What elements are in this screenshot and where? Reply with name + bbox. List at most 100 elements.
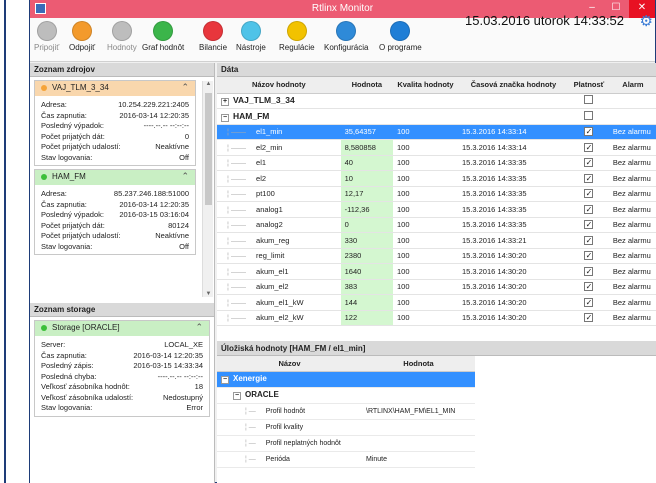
expand-icon[interactable]: + <box>221 98 229 107</box>
group-row[interactable]: + VAJ_TLM_3_34 <box>217 93 656 109</box>
validity-checkbox[interactable]: ✓ <box>584 297 594 307</box>
validity-checkbox[interactable]: ✓ <box>584 266 594 276</box>
value-name: akum_reg <box>256 235 290 245</box>
col-platnos[interactable]: Platnosť <box>569 77 609 94</box>
toolbar-label: Odpojiť <box>69 43 96 52</box>
pripoji-button[interactable]: Pripojiť <box>34 21 59 52</box>
konfigur-cia-icon <box>336 21 357 41</box>
validity-checkbox[interactable]: ✓ <box>584 235 594 245</box>
table-row[interactable]: ¦ —— el1_min 35,64357 100 15.3.2016 14:33:14… <box>217 124 656 140</box>
validity-checkbox[interactable]: ✓ <box>584 127 594 137</box>
quality-cell: 100 <box>393 186 458 202</box>
field-label: Stav logovania: <box>41 152 93 162</box>
konfigur-cia-button[interactable]: Konfigurácia <box>324 21 368 52</box>
storage-value-row[interactable]: ¦ — Profil hodnôt \RTLINX\HAM_FM\EL1_MIN <box>217 403 475 420</box>
collapse-chevron-icon[interactable]: ⌃ <box>181 171 189 182</box>
storage-db-name: ORACLE <box>245 390 279 399</box>
table-row[interactable]: ¦ —— el2 10 100 15.3.2016 14:33:35 ✓ Bez alarm… <box>217 170 656 187</box>
source-card[interactable]: Storage [ORACLE] ⌃ Server: LOCAL_XE Čas zapn… <box>34 320 210 417</box>
scroll-thumb[interactable] <box>205 93 212 205</box>
table-row[interactable]: ¦ —— pt100 12,17 100 15.3.2016 14:33:35 ✓ Bez … <box>217 186 656 202</box>
collapse-icon[interactable]: − <box>221 376 229 384</box>
field-row: Stav logovania: Error <box>35 402 209 413</box>
table-row[interactable]: ¦ —— akum_reg 330 100 15.3.2016 14:33:21 ✓ Bez… <box>217 232 656 249</box>
timestamp-cell: 15.3.2016 14:33:35 <box>457 201 570 218</box>
quality-cell: 100 <box>393 217 458 233</box>
storage-root-row[interactable]: − Xenergie <box>217 371 475 388</box>
validity-checkbox[interactable]: ✓ <box>584 313 594 323</box>
source-card-header[interactable]: HAM_FM ⌃ <box>35 170 195 185</box>
field-label: Posledná chyba: <box>41 371 97 381</box>
table-row[interactable]: ¦ —— akum_el2_kW 122 100 15.3.2016 14:30:20 ✓… <box>217 310 656 326</box>
collapse-chevron-icon[interactable]: ⌃ <box>181 82 189 93</box>
storage-value-row[interactable]: ¦ — Profil kvality <box>217 419 475 436</box>
sources-scrollbar[interactable]: ▲ ▼ <box>202 81 213 297</box>
quality-cell: 100 <box>393 139 458 156</box>
hodnoty-button[interactable]: Hodnoty <box>107 21 137 52</box>
validity-checkbox[interactable]: ✓ <box>584 158 594 168</box>
timestamp-cell: 15.3.2016 14:30:20 <box>457 263 570 280</box>
field-row: Posledný zápis: 2016-03-15 14:33:34 <box>35 360 209 371</box>
value-cell: -112,36 <box>340 201 393 218</box>
table-row[interactable]: ¦ —— akum_el2 383 100 15.3.2016 14:30:20 ✓ Bez… <box>217 279 656 295</box>
storage-db-row[interactable]: − ORACLE <box>217 387 475 404</box>
validity-checkbox[interactable] <box>584 110 594 120</box>
col-kvalita-hodnoty[interactable]: Kvalita hodnoty <box>393 77 458 94</box>
source-card[interactable]: VAJ_TLM_3_34 ⌃ Adresa: 10.254.229.221:2405 Č… <box>34 80 196 166</box>
collapse-chevron-icon[interactable]: ⌃ <box>195 322 203 333</box>
gear-icon[interactable]: ⚙ <box>640 12 653 30</box>
table-row[interactable]: ¦ —— akum_el1_kW 144 100 15.3.2016 14:30:20 ✓… <box>217 294 656 311</box>
validity-checkbox[interactable]: ✓ <box>584 173 594 183</box>
regul-cie-button[interactable]: Regulácie <box>279 21 315 52</box>
table-row[interactable]: ¦ —— reg_limit 2380 100 15.3.2016 14:30:20 ✓ B… <box>217 248 656 264</box>
col-hodnota[interactable]: Hodnota <box>340 77 393 94</box>
validity-checkbox[interactable]: ✓ <box>584 142 594 152</box>
o-programe-button[interactable]: O programe <box>379 21 422 52</box>
table-row[interactable]: ¦ —— el1 40 100 15.3.2016 14:33:35 ✓ Bez alarm… <box>217 155 656 171</box>
n-stroje-button[interactable]: Nástroje <box>236 21 266 52</box>
field-label: Posledný zápis: <box>41 361 94 370</box>
col-n-zov-hodnoty[interactable]: Názov hodnoty <box>217 77 341 94</box>
value-cell: 383 <box>340 279 393 295</box>
bilancie-button[interactable]: Bilancie <box>199 21 227 52</box>
table-row[interactable]: ¦ —— el2_min 8,580858 100 15.3.2016 14:33:14… <box>217 139 656 156</box>
col-asov-zna-ka-hodnoty[interactable]: Časová značka hodnoty <box>457 77 570 94</box>
validity-checkbox[interactable]: ✓ <box>584 220 594 230</box>
validity-checkbox[interactable]: ✓ <box>584 189 594 199</box>
storage-col-name[interactable]: Názov <box>217 356 362 372</box>
alarm-cell: Bez alarmu <box>608 186 656 202</box>
storage-value-row[interactable]: ¦ — Perióda Minute <box>217 451 475 468</box>
graf-hodn-t-button[interactable]: Graf hodnôt <box>142 21 184 52</box>
tree-line: ¦ —— <box>227 220 247 230</box>
field-value: 18 <box>194 382 203 391</box>
quality-cell: 100 <box>393 263 458 280</box>
sources-heading: Zoznam zdrojov <box>30 63 214 77</box>
table-row[interactable]: ¦ —— akum_el1 1640 100 15.3.2016 14:30:20 ✓ Be… <box>217 263 656 280</box>
table-row[interactable]: ¦ —— analog1 -112,36 100 15.3.2016 14:33:35 ✓… <box>217 201 656 218</box>
collapse-icon[interactable]: − <box>221 113 229 122</box>
storage-value-name: Profil kvality <box>265 423 304 431</box>
table-row[interactable]: ¦ —— analog2 0 100 15.3.2016 14:33:35 ✓ Bez al… <box>217 217 656 233</box>
field-label: Adresa: <box>41 189 67 198</box>
group-row[interactable]: − HAM_FM <box>217 108 656 125</box>
scroll-down-icon[interactable]: ▼ <box>203 291 214 297</box>
validity-checkbox[interactable]: ✓ <box>584 282 594 292</box>
storage-col-value[interactable]: Hodnota <box>362 356 475 372</box>
field-label: Počet prijatých dát: <box>41 220 105 230</box>
value-cell: 1640 <box>340 263 393 280</box>
source-card[interactable]: HAM_FM ⌃ Adresa: 85.237.246.188:51000 Čas za… <box>34 169 196 255</box>
source-card-header[interactable]: Storage [ORACLE] ⌃ <box>35 321 209 336</box>
validity-checkbox[interactable]: ✓ <box>584 204 594 214</box>
collapse-icon[interactable]: − <box>233 392 241 400</box>
storage-value-row[interactable]: ¦ — Profil neplatných hodnôt <box>217 435 475 452</box>
source-card-header[interactable]: VAJ_TLM_3_34 ⌃ <box>35 81 195 96</box>
validity-checkbox[interactable]: ✓ <box>584 251 594 261</box>
odpoji-button[interactable]: Odpojiť <box>69 21 95 52</box>
col-alarm[interactable]: Alarm <box>608 77 656 94</box>
field-row: Čas zapnutia: 2016-03-14 12:20:35 <box>35 110 195 121</box>
field-row: Čas zapnutia: 2016-03-14 12:20:35 <box>35 199 195 210</box>
field-row: Stav logovania: Off <box>35 152 195 163</box>
field-value: Nedostupný <box>162 392 203 402</box>
scroll-up-icon[interactable]: ▲ <box>203 81 214 87</box>
validity-checkbox[interactable] <box>584 95 594 105</box>
